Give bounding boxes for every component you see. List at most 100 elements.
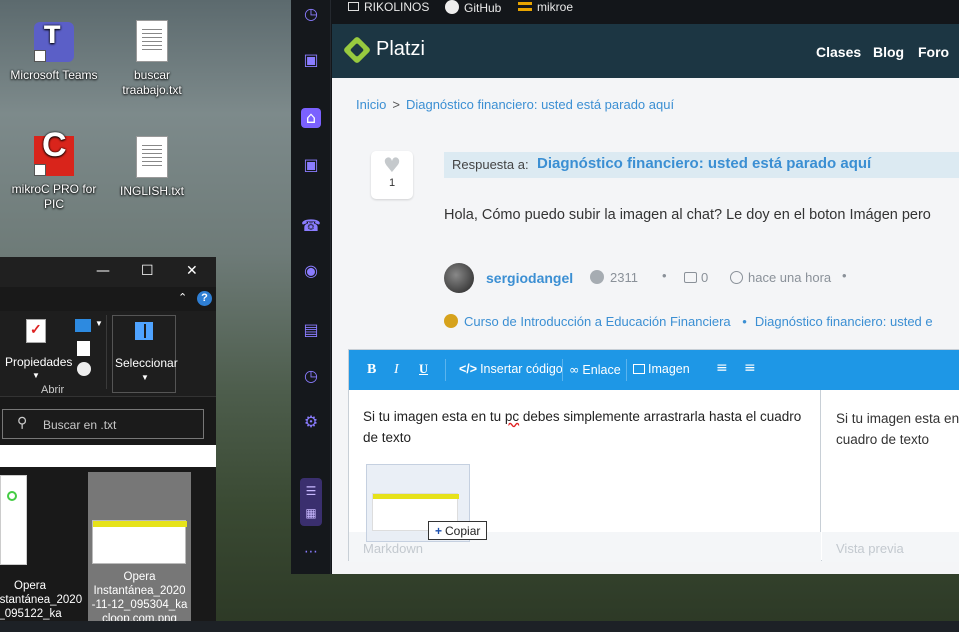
extension-icon[interactable]: ▦ bbox=[301, 503, 321, 523]
desktop-icon-partial[interactable]: l bbox=[0, 183, 16, 198]
bookmark-github[interactable]: GitHub bbox=[445, 0, 501, 16]
bullet-list-icon[interactable]: ≡ bbox=[716, 360, 728, 376]
nav-clases[interactable]: Clases bbox=[816, 44, 861, 60]
bold-button[interactable]: B bbox=[367, 362, 376, 378]
desktop-icon-teams[interactable]: Microsoft Teams bbox=[6, 22, 102, 83]
history-icon[interactable]: ◷ bbox=[301, 366, 321, 386]
news-icon[interactable]: ▤ bbox=[301, 320, 321, 340]
file-thumbnail-icon bbox=[92, 520, 187, 564]
desktop-icon-mikroc[interactable]: mikroC PRO for PIC bbox=[6, 136, 102, 212]
code-icon: </> bbox=[459, 362, 478, 376]
file-item-selected[interactable]: Opera Instantánea_2020 -11-12_095304_ka … bbox=[88, 472, 191, 632]
mikroc-icon bbox=[34, 136, 74, 176]
reply-to-bar: Respuesta a: Diagnóstico financiero: ust… bbox=[444, 152, 959, 178]
file-item[interactable]: Opera Instantánea_2020 _095122_ka com.pn… bbox=[0, 475, 82, 632]
breadcrumb-current[interactable]: Diagnóstico financiero: usted está parad… bbox=[406, 97, 674, 112]
bookmark-rikolinos[interactable]: RIKOLINOS bbox=[348, 0, 429, 15]
editor-toolbar: B I U </> Insertar código ∞ Enlace Imagen … bbox=[349, 350, 959, 390]
close-icon[interactable]: ✕ bbox=[186, 263, 198, 279]
book-icon[interactable]: ▣ bbox=[301, 155, 321, 175]
file-name: Opera Instantánea_2020 -11-12_095304_ka … bbox=[91, 571, 188, 625]
whatsapp-icon[interactable]: ☎ bbox=[301, 216, 321, 236]
platzi-page: Platzi Clases Blog Foro Inicio > Diagnósti… bbox=[332, 24, 959, 574]
nav-foro[interactable]: Foro bbox=[918, 44, 949, 60]
minimize-icon[interactable]: — bbox=[96, 263, 110, 279]
link-icon: ∞ bbox=[569, 362, 580, 377]
heart-icon: ♥ bbox=[383, 153, 401, 177]
meta-separator: • bbox=[842, 268, 847, 283]
like-button[interactable]: ♥ 1 bbox=[371, 151, 413, 199]
reply-title-link[interactable]: Diagnóstico financiero: usted está parad… bbox=[537, 155, 871, 172]
nav-blog[interactable]: Blog bbox=[873, 44, 904, 60]
desktop-icon-inglish[interactable]: INGLISH.txt bbox=[104, 136, 200, 199]
markdown-label: Markdown bbox=[363, 541, 423, 556]
markdown-text: Si tu imagen esta en tu pc debes simplem… bbox=[363, 406, 803, 448]
explorer-header-strip bbox=[0, 445, 216, 467]
propiedades-button[interactable]: ✓ Propiedades ▼ bbox=[2, 317, 73, 381]
open-image-icon[interactable] bbox=[75, 319, 91, 332]
propiedades-label: Propiedades bbox=[5, 355, 73, 369]
italic-button[interactable]: I bbox=[394, 362, 399, 378]
home-icon[interactable]: ⌂ bbox=[301, 108, 321, 128]
reply-label: Respuesta a: bbox=[452, 157, 529, 172]
select-all-icon bbox=[135, 322, 153, 340]
preview-text-line: Si tu imagen esta en bbox=[836, 411, 959, 426]
file-thumbnail-icon bbox=[0, 475, 27, 565]
platzi-logo-icon[interactable] bbox=[342, 35, 372, 65]
bookmark-mikroe[interactable]: mikroe bbox=[518, 0, 573, 15]
numbered-list-icon[interactable]: ≡ bbox=[744, 360, 756, 376]
course-separator: • bbox=[742, 314, 747, 329]
speed-dial-icon[interactable]: ◷ bbox=[301, 4, 321, 24]
lesson-link[interactable]: Diagnóstico financiero: usted e bbox=[755, 314, 933, 329]
explorer-file-area: Opera Instantánea_2020 _095122_ka com.pn… bbox=[0, 467, 216, 632]
bag-icon[interactable]: ▣ bbox=[301, 50, 321, 70]
toolbar-divider bbox=[626, 359, 627, 381]
image-label: Imagen bbox=[648, 362, 690, 376]
avatar[interactable] bbox=[444, 263, 474, 293]
points-badge: 2311 bbox=[590, 270, 638, 285]
author-name[interactable]: sergiodangel bbox=[486, 270, 573, 286]
platzi-header: Platzi Clases Blog Foro bbox=[332, 24, 959, 78]
instagram-icon[interactable]: ◉ bbox=[301, 261, 321, 281]
underline-button[interactable]: U bbox=[419, 362, 428, 377]
desktop-icon-buscar-trabajo[interactable]: buscar traabajo.txt bbox=[104, 20, 200, 98]
help-icon[interactable]: ? bbox=[197, 291, 212, 306]
breadcrumb: Inicio > Diagnóstico financiero: usted est… bbox=[356, 97, 674, 112]
dropdown-arrow-icon: ▼ bbox=[95, 319, 103, 328]
properties-icon: ✓ bbox=[26, 319, 46, 343]
text-file-icon bbox=[136, 136, 168, 178]
shortcut-arrow-icon bbox=[34, 50, 46, 62]
breadcrumb-separator: > bbox=[392, 97, 400, 112]
mikroe-icon bbox=[518, 2, 532, 11]
maximize-icon[interactable]: ☐ bbox=[141, 263, 154, 279]
desktop-icon-label: INGLISH.txt bbox=[119, 184, 184, 198]
link-button[interactable]: ∞ Enlace bbox=[569, 362, 621, 377]
collapse-ribbon-icon[interactable]: ⌃ bbox=[178, 291, 187, 304]
more-options-icon[interactable]: ⋯ bbox=[301, 542, 321, 562]
comments-count[interactable]: 0 bbox=[684, 270, 708, 285]
ribbon-divider bbox=[106, 315, 107, 389]
tabs-icon[interactable]: ☰ bbox=[301, 481, 321, 501]
seleccionar-button[interactable]: Seleccionar ▼ bbox=[112, 315, 178, 393]
history-icon[interactable] bbox=[77, 362, 91, 376]
explorer-search-box[interactable]: ⚲ Buscar en .txt bbox=[2, 409, 204, 439]
bookmarks-bar: RIKOLINOS GitHub mikroe bbox=[332, 0, 959, 24]
preview-label: Vista previa bbox=[836, 541, 904, 556]
dropdown-arrow-icon: ▼ bbox=[32, 371, 40, 380]
course-link[interactable]: Curso de Introducción a Educación Financ… bbox=[464, 314, 731, 329]
link-label: Enlace bbox=[582, 363, 621, 377]
search-placeholder: Buscar en .txt bbox=[43, 418, 117, 432]
comments-value: 0 bbox=[701, 270, 709, 285]
comment-text: Hola, Cómo puedo subir la imagen al chat… bbox=[444, 207, 931, 223]
copy-drop-tooltip: + Copiar bbox=[428, 521, 488, 540]
desktop-icon-label: l bbox=[0, 183, 16, 198]
edit-icon[interactable] bbox=[77, 341, 90, 356]
insert-code-label: Insertar código bbox=[480, 362, 563, 376]
image-button[interactable]: Imagen bbox=[633, 362, 690, 376]
teams-icon bbox=[34, 22, 74, 62]
platzi-logo-text[interactable]: Platzi bbox=[376, 38, 425, 61]
like-count: 1 bbox=[388, 177, 396, 189]
settings-gear-icon[interactable]: ⚙ bbox=[301, 412, 321, 432]
breadcrumb-home[interactable]: Inicio bbox=[356, 97, 386, 112]
insert-code-button[interactable]: </> Insertar código bbox=[459, 362, 563, 376]
